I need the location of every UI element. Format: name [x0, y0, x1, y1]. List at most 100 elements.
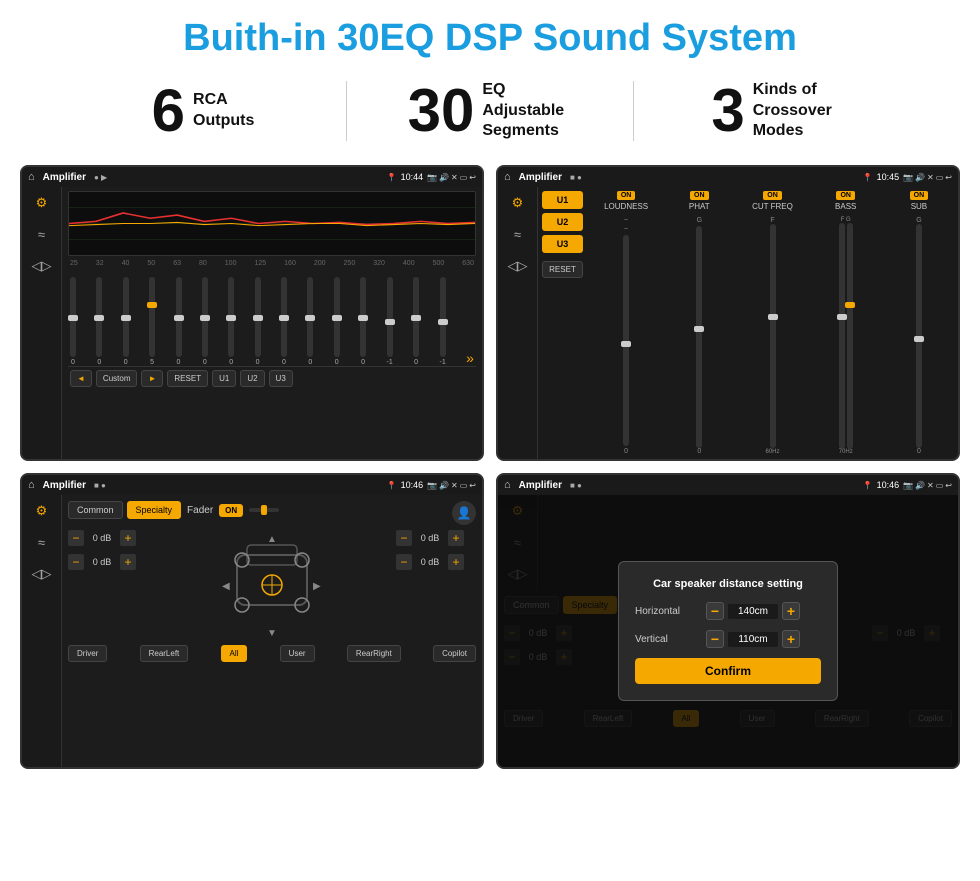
fader-topright-plus[interactable]: + [448, 530, 464, 546]
fader-avatar-btn[interactable]: 👤 [452, 501, 476, 525]
preset-u3[interactable]: U3 [542, 235, 583, 253]
home-icon-2[interactable]: ⌂ [504, 171, 511, 183]
eq-main-area: 25 32 40 50 63 80 100 125 160 200 250 32… [62, 187, 482, 459]
eq-slider-6[interactable]: 0 [202, 277, 208, 366]
fader-sidebar-icon3[interactable]: ◁▷ [32, 566, 52, 582]
fader-tabs: Common Specialty [68, 501, 181, 519]
fader-topright-minus[interactable]: − [396, 530, 412, 546]
btn-rearleft[interactable]: RearLeft [140, 645, 189, 662]
loudness-slider[interactable] [623, 235, 629, 446]
eq-sidebar-icon2[interactable]: ≈ [38, 227, 45, 242]
eq-reset-btn[interactable]: RESET [167, 370, 208, 387]
loudness-on-badge[interactable]: ON [617, 191, 636, 200]
sub-slider-col: G 0 [884, 217, 954, 455]
horizontal-plus-btn[interactable]: + [782, 602, 800, 620]
eq-slider-8[interactable]: 0 [255, 277, 261, 366]
vertical-plus-btn[interactable]: + [782, 630, 800, 648]
eq-slider-15[interactable]: -1 [439, 277, 445, 366]
sub-slider[interactable] [916, 224, 922, 448]
fader-topleft-plus[interactable]: + [120, 530, 136, 546]
eq-slider-3[interactable]: 0 [123, 277, 129, 366]
stat-rca: 6 RCAOutputs [60, 81, 346, 141]
page-title: Buith-in 30EQ DSP Sound System [0, 0, 980, 70]
btn-copilot[interactable]: Copilot [433, 645, 476, 662]
crossover-sidebar-icon2[interactable]: ≈ [514, 227, 521, 242]
eq-slider-11[interactable]: 0 [334, 277, 340, 366]
eq-preset-label: Custom [96, 370, 138, 387]
fader-bottomleft-plus[interactable]: + [120, 554, 136, 570]
tab-common[interactable]: Common [68, 501, 123, 519]
dialog-vertical-row: Vertical − 110cm + [635, 630, 821, 648]
eq-slider-4[interactable]: 5 [149, 277, 155, 366]
bass-g-slider[interactable] [847, 223, 853, 449]
crossover-screen: ⌂ Amplifier ■ ● 📍 10:45 📷 🔊 ✕ ▭ ↩ ⚙ ≈ ◁▷ [496, 165, 960, 461]
crossover-sidebar-icon3[interactable]: ◁▷ [508, 258, 528, 274]
fader-sidebar-icon2[interactable]: ≈ [38, 535, 45, 550]
volume-icon: 🔊 [439, 173, 449, 182]
volume-icon-4: 🔊 [915, 481, 925, 490]
eq-sidebar-icon3[interactable]: ◁▷ [32, 258, 52, 274]
crossover-sidebar-icon1[interactable]: ⚙ [512, 195, 524, 211]
phat-slider[interactable] [696, 226, 702, 448]
home-icon[interactable]: ⌂ [28, 171, 35, 183]
bass-on-badge[interactable]: ON [836, 191, 855, 200]
btn-rearright[interactable]: RearRight [347, 645, 401, 662]
freq-32: 32 [96, 260, 104, 267]
fader-status-icons: 📷 🔊 ✕ ▭ ↩ [427, 481, 476, 490]
preset-u2[interactable]: U2 [542, 213, 583, 231]
eq-slider-14[interactable]: 0 [413, 277, 419, 366]
preset-u1[interactable]: U1 [542, 191, 583, 209]
home-icon-4[interactable]: ⌂ [504, 479, 511, 491]
horizontal-minus-btn[interactable]: − [706, 602, 724, 620]
fader-time: 10:46 [401, 480, 424, 490]
confirm-button[interactable]: Confirm [635, 658, 821, 684]
eq-play-btn[interactable]: ► [141, 370, 163, 387]
eq-u3-btn[interactable]: U3 [269, 370, 293, 387]
eq-u1-btn[interactable]: U1 [212, 370, 236, 387]
home-icon-3[interactable]: ⌂ [28, 479, 35, 491]
stat-eq-number: 30 [408, 81, 475, 141]
eq-slider-12[interactable]: 0 [360, 277, 366, 366]
eq-slider-9[interactable]: 0 [281, 277, 287, 366]
eq-slider-10[interactable]: 0 [307, 277, 313, 366]
eq-time: 10:44 [401, 172, 424, 182]
fader-bottomleft-minus[interactable]: − [68, 554, 84, 570]
freq-400: 400 [403, 260, 415, 267]
phat-on-badge[interactable]: ON [690, 191, 709, 200]
eq-sidebar-icon1[interactable]: ⚙ [36, 195, 48, 211]
crossover-reset[interactable]: RESET [542, 261, 583, 278]
eq-prev-btn[interactable]: ◄ [70, 370, 92, 387]
btn-driver[interactable]: Driver [68, 645, 107, 662]
fader-sidebar-icon1[interactable]: ⚙ [36, 503, 48, 519]
btn-user[interactable]: User [280, 645, 315, 662]
eq-screen: ⌂ Amplifier ● ▶ 📍 10:44 📷 🔊 ✕ ▭ ↩ ⚙ ≈ ◁▷ [20, 165, 484, 461]
crossover-app-name: Amplifier [519, 172, 562, 183]
bass-f-slider[interactable] [839, 223, 845, 449]
eq-slider-2[interactable]: 0 [96, 277, 102, 366]
btn-all[interactable]: All [221, 645, 248, 662]
eq-u2-btn[interactable]: U2 [240, 370, 264, 387]
vertical-minus-btn[interactable]: − [706, 630, 724, 648]
fader-topleft-minus[interactable]: − [68, 530, 84, 546]
tab-specialty[interactable]: Specialty [127, 501, 182, 519]
distance-status-icons: 📷 🔊 ✕ ▭ ↩ [903, 481, 952, 490]
eq-sliders-row: 0 0 0 5 0 [68, 271, 476, 366]
fader-left-sidebar: ⚙ ≈ ◁▷ [22, 495, 62, 767]
dialog-vertical-stepper: − 110cm + [706, 630, 800, 648]
cutfreq-on-badge[interactable]: ON [763, 191, 782, 200]
eq-slider-1[interactable]: 0 [70, 277, 76, 366]
eq-more-arrow[interactable]: » [466, 350, 474, 366]
dialog-horizontal-row: Horizontal − 140cm + [635, 602, 821, 620]
back-icon-2: ↩ [945, 173, 952, 182]
eq-slider-7[interactable]: 0 [228, 277, 234, 366]
fader-bottomright-minus[interactable]: − [396, 554, 412, 570]
fader-bottomright-plus[interactable]: + [448, 554, 464, 570]
cutfreq-slider[interactable] [770, 224, 776, 448]
eq-slider-13[interactable]: -1 [387, 277, 393, 366]
eq-slider-5[interactable]: 0 [176, 277, 182, 366]
sub-on-badge[interactable]: ON [910, 191, 929, 200]
horizontal-value: 140cm [728, 604, 778, 619]
fader-on-toggle[interactable]: ON [219, 504, 243, 517]
fader-app-name: Amplifier [43, 480, 86, 491]
fader-left-controls: − 0 dB + − 0 dB + [68, 530, 148, 640]
